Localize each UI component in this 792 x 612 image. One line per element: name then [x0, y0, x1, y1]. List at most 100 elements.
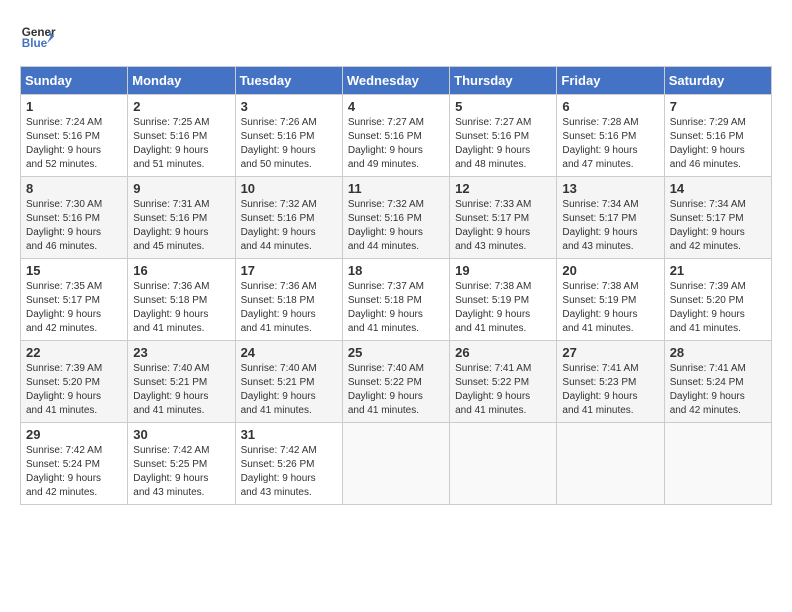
calendar: SundayMondayTuesdayWednesdayThursdayFrid… — [20, 66, 772, 505]
day-number: 4 — [348, 99, 444, 114]
cell-text: Sunrise: 7:24 AMSunset: 5:16 PMDaylight:… — [26, 116, 122, 172]
cell-text: Sunrise: 7:26 AMSunset: 5:16 PMDaylight:… — [241, 116, 337, 172]
calendar-cell: 14Sunrise: 7:34 AMSunset: 5:17 PMDayligh… — [664, 177, 771, 259]
calendar-cell: 7 Sunrise: 7:29 AMSunset: 5:16 PMDaylight… — [664, 95, 771, 177]
day-number: 20 — [562, 263, 658, 278]
calendar-cell: 9 Sunrise: 7:31 AMSunset: 5:16 PMDaylight… — [128, 177, 235, 259]
logo-icon: General Blue — [20, 20, 56, 56]
day-number: 7 — [670, 99, 766, 114]
calendar-cell — [450, 423, 557, 505]
calendar-week-2: 8 Sunrise: 7:30 AMSunset: 5:16 PMDaylight… — [21, 177, 772, 259]
calendar-cell: 23 Sunrise: 7:40 AMSunset: 5:21 PMDayligh… — [128, 341, 235, 423]
day-number: 9 — [133, 181, 229, 196]
calendar-cell: 29Sunrise: 7:42 AMSunset: 5:24 PMDayligh… — [21, 423, 128, 505]
day-number: 6 — [562, 99, 658, 114]
cell-text: Sunrise: 7:41 AMSunset: 5:22 PMDaylight:… — [455, 362, 551, 418]
calendar-cell: 1 Sunrise: 7:24 AMSunset: 5:16 PMDaylight… — [21, 95, 128, 177]
cell-text: Sunrise: 7:41 AMSunset: 5:24 PMDaylight:… — [670, 362, 766, 418]
calendar-body: 1 Sunrise: 7:24 AMSunset: 5:16 PMDaylight… — [21, 95, 772, 505]
cell-text: Sunrise: 7:29 AMSunset: 5:16 PMDaylight:… — [670, 116, 766, 172]
calendar-cell: 10 Sunrise: 7:32 AMSunset: 5:16 PMDayligh… — [235, 177, 342, 259]
cell-text: Sunrise: 7:30 AMSunset: 5:16 PMDaylight:… — [26, 198, 122, 254]
calendar-cell: 3 Sunrise: 7:26 AMSunset: 5:16 PMDaylight… — [235, 95, 342, 177]
cell-text: Sunrise: 7:34 AMSunset: 5:17 PMDaylight:… — [562, 198, 658, 254]
cell-text: Sunrise: 7:31 AMSunset: 5:16 PMDaylight:… — [133, 198, 229, 254]
calendar-cell: 31Sunrise: 7:42 AMSunset: 5:26 PMDayligh… — [235, 423, 342, 505]
svg-text:Blue: Blue — [22, 37, 48, 50]
calendar-cell: 4Sunrise: 7:27 AMSunset: 5:16 PMDaylight… — [342, 95, 449, 177]
calendar-cell: 24 Sunrise: 7:40 AMSunset: 5:21 PMDayligh… — [235, 341, 342, 423]
calendar-cell: 26 Sunrise: 7:41 AMSunset: 5:22 PMDayligh… — [450, 341, 557, 423]
logo: General Blue — [20, 20, 56, 56]
cell-text: Sunrise: 7:42 AMSunset: 5:25 PMDaylight:… — [133, 444, 229, 500]
calendar-cell: 2Sunrise: 7:25 AMSunset: 5:16 PMDaylight… — [128, 95, 235, 177]
day-number: 19 — [455, 263, 551, 278]
calendar-cell: 8 Sunrise: 7:30 AMSunset: 5:16 PMDaylight… — [21, 177, 128, 259]
calendar-cell: 15 Sunrise: 7:35 AMSunset: 5:17 PMDayligh… — [21, 259, 128, 341]
cell-text: Sunrise: 7:40 AMSunset: 5:21 PMDaylight:… — [241, 362, 337, 418]
day-number: 16 — [133, 263, 229, 278]
calendar-cell: 27 Sunrise: 7:41 AMSunset: 5:23 PMDayligh… — [557, 341, 664, 423]
calendar-cell: 30 Sunrise: 7:42 AMSunset: 5:25 PMDayligh… — [128, 423, 235, 505]
calendar-cell — [342, 423, 449, 505]
cell-text: Sunrise: 7:34 AMSunset: 5:17 PMDaylight:… — [670, 198, 766, 254]
day-number: 24 — [241, 345, 337, 360]
cell-text: Sunrise: 7:36 AMSunset: 5:18 PMDaylight:… — [133, 280, 229, 336]
day-number: 31 — [241, 427, 337, 442]
day-number: 5 — [455, 99, 551, 114]
calendar-cell: 25 Sunrise: 7:40 AMSunset: 5:22 PMDayligh… — [342, 341, 449, 423]
day-number: 23 — [133, 345, 229, 360]
day-number: 27 — [562, 345, 658, 360]
day-number: 12 — [455, 181, 551, 196]
day-number: 2 — [133, 99, 229, 114]
calendar-header-thursday: Thursday — [450, 67, 557, 95]
day-number: 18 — [348, 263, 444, 278]
calendar-header-monday: Monday — [128, 67, 235, 95]
calendar-cell: 16 Sunrise: 7:36 AMSunset: 5:18 PMDayligh… — [128, 259, 235, 341]
cell-text: Sunrise: 7:36 AMSunset: 5:18 PMDaylight:… — [241, 280, 337, 336]
day-number: 29 — [26, 427, 122, 442]
calendar-cell: 22 Sunrise: 7:39 AMSunset: 5:20 PMDayligh… — [21, 341, 128, 423]
day-number: 25 — [348, 345, 444, 360]
calendar-cell: 18 Sunrise: 7:37 AMSunset: 5:18 PMDayligh… — [342, 259, 449, 341]
cell-text: Sunrise: 7:40 AMSunset: 5:22 PMDaylight:… — [348, 362, 444, 418]
calendar-cell: 11 Sunrise: 7:32 AMSunset: 5:16 PMDayligh… — [342, 177, 449, 259]
day-number: 28 — [670, 345, 766, 360]
calendar-cell: 6Sunrise: 7:28 AMSunset: 5:16 PMDaylight… — [557, 95, 664, 177]
day-number: 8 — [26, 181, 122, 196]
calendar-cell: 17 Sunrise: 7:36 AMSunset: 5:18 PMDayligh… — [235, 259, 342, 341]
day-number: 13 — [562, 181, 658, 196]
calendar-header-sunday: Sunday — [21, 67, 128, 95]
day-number: 1 — [26, 99, 122, 114]
cell-text: Sunrise: 7:37 AMSunset: 5:18 PMDaylight:… — [348, 280, 444, 336]
cell-text: Sunrise: 7:35 AMSunset: 5:17 PMDaylight:… — [26, 280, 122, 336]
cell-text: Sunrise: 7:38 AMSunset: 5:19 PMDaylight:… — [455, 280, 551, 336]
day-number: 22 — [26, 345, 122, 360]
day-number: 3 — [241, 99, 337, 114]
cell-text: Sunrise: 7:32 AMSunset: 5:16 PMDaylight:… — [241, 198, 337, 254]
calendar-cell: 5 Sunrise: 7:27 AMSunset: 5:16 PMDaylight… — [450, 95, 557, 177]
cell-text: Sunrise: 7:39 AMSunset: 5:20 PMDaylight:… — [26, 362, 122, 418]
day-number: 17 — [241, 263, 337, 278]
day-number: 21 — [670, 263, 766, 278]
cell-text: Sunrise: 7:32 AMSunset: 5:16 PMDaylight:… — [348, 198, 444, 254]
day-number: 15 — [26, 263, 122, 278]
cell-text: Sunrise: 7:39 AMSunset: 5:20 PMDaylight:… — [670, 280, 766, 336]
day-number: 10 — [241, 181, 337, 196]
day-number: 11 — [348, 181, 444, 196]
calendar-week-5: 29Sunrise: 7:42 AMSunset: 5:24 PMDayligh… — [21, 423, 772, 505]
cell-text: Sunrise: 7:27 AMSunset: 5:16 PMDaylight:… — [455, 116, 551, 172]
cell-text: Sunrise: 7:38 AMSunset: 5:19 PMDaylight:… — [562, 280, 658, 336]
day-number: 26 — [455, 345, 551, 360]
calendar-header-tuesday: Tuesday — [235, 67, 342, 95]
header: General Blue — [20, 20, 772, 56]
calendar-header-row: SundayMondayTuesdayWednesdayThursdayFrid… — [21, 67, 772, 95]
calendar-cell — [664, 423, 771, 505]
calendar-cell: 21 Sunrise: 7:39 AMSunset: 5:20 PMDayligh… — [664, 259, 771, 341]
day-number: 30 — [133, 427, 229, 442]
calendar-cell: 28 Sunrise: 7:41 AMSunset: 5:24 PMDayligh… — [664, 341, 771, 423]
calendar-cell: 20 Sunrise: 7:38 AMSunset: 5:19 PMDayligh… — [557, 259, 664, 341]
cell-text: Sunrise: 7:41 AMSunset: 5:23 PMDaylight:… — [562, 362, 658, 418]
cell-text: Sunrise: 7:40 AMSunset: 5:21 PMDaylight:… — [133, 362, 229, 418]
calendar-cell: 19 Sunrise: 7:38 AMSunset: 5:19 PMDayligh… — [450, 259, 557, 341]
